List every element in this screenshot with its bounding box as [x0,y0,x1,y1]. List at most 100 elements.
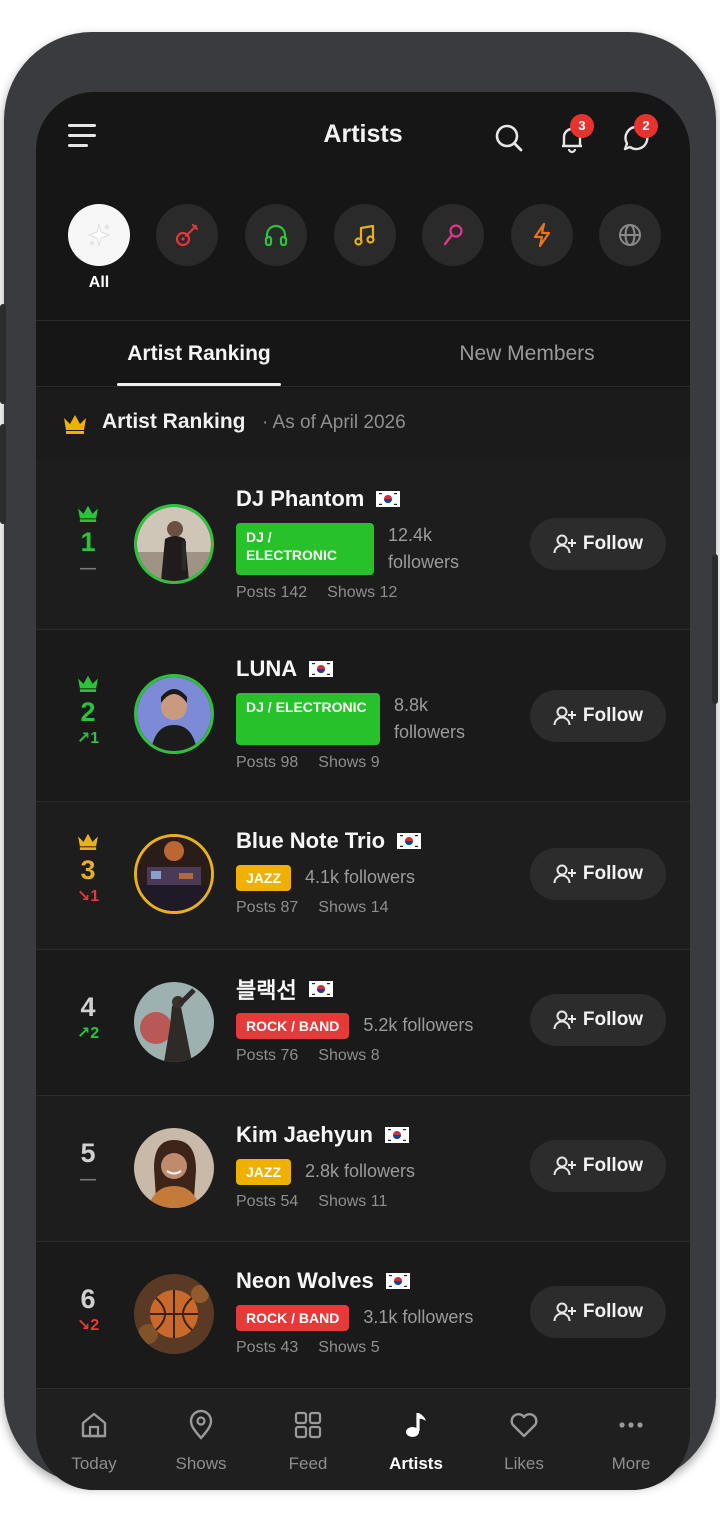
rank-change: ↗2 [76,1025,100,1042]
follow-button[interactable]: Follow [530,1140,666,1192]
korea-flag-icon [308,981,333,997]
list-item[interactable]: 6 ↘2 Neon Wolves ROCK / BAND 3.1k follow… [36,1242,690,1388]
music-note-icon [406,1413,426,1437]
category-globe-button[interactable] [599,204,661,266]
show-count: Shows 8 [318,1047,380,1064]
search-icon[interactable] [487,116,531,160]
nav-today[interactable]: Today [44,1407,144,1474]
show-count: Shows 14 [318,899,389,916]
follow-label: Follow [582,533,644,554]
genre-badge: JAZZ [236,1158,291,1185]
avatar[interactable] [134,504,214,584]
follow-label: Follow [582,863,644,884]
post-count: Posts 87 [236,899,299,916]
nav-label: Shows [175,1454,227,1473]
artist-name[interactable]: Neon Wolves [236,1268,374,1294]
show-count: Shows 11 [318,1193,388,1210]
category-guitar-button[interactable] [156,204,218,266]
add-user-icon [553,1010,576,1030]
avatar[interactable] [134,674,214,754]
phone-side-button [0,424,6,524]
add-user-icon [553,534,576,554]
rank-indicator: 3 ↘1 [62,832,114,907]
ranking-section-header: Artist Ranking · As of April 2026 [36,388,690,460]
avatar[interactable] [134,982,214,1062]
artist-name[interactable]: Kim Jaehyun [236,1122,373,1148]
headphones-icon [264,224,288,247]
category-music-button[interactable] [334,204,396,266]
rank-number: 2 [80,697,96,727]
category-all-label: All [88,274,110,291]
category-lightning-button[interactable] [511,204,573,266]
follow-button[interactable]: Follow [530,1286,666,1338]
follower-count: 8.8k followers [394,695,466,742]
list-item[interactable]: 5 — Kim Jaehyun JAZZ 2.8k followers Post… [36,1096,690,1242]
list-item[interactable]: 4 ↗2 블랙선 ROCK / BAND 5.2k followers Post… [36,950,690,1096]
avatar[interactable] [134,1274,214,1354]
bottom-navigation: Today Shows Feed Artists Likes More [36,1388,690,1490]
lightning-icon [533,222,551,248]
rank-number: 5 [80,1138,96,1168]
post-count: Posts 142 [236,584,308,601]
rank-indicator: 4 ↗2 [62,992,114,1044]
rank-indicator: 6 ↘2 [62,1284,114,1336]
artist-name[interactable]: 블랙선 [236,973,297,1005]
korea-flag-icon [385,1273,410,1289]
follow-label: Follow [582,705,644,726]
notification-badge: 3 [570,114,594,138]
nav-artists[interactable]: Artists [366,1407,466,1474]
divider [36,320,690,321]
genre-badge: ROCK / BAND [236,1012,350,1039]
follow-button[interactable]: Follow [530,848,666,900]
nav-label: Today [71,1454,117,1473]
section-title: Artist Ranking [102,410,246,433]
artist-name[interactable]: Blue Note Trio [236,828,385,854]
nav-shows[interactable]: Shows [151,1407,251,1474]
rank-number: 4 [80,992,96,1022]
music-note-icon [354,224,375,246]
post-count: Posts 54 [236,1193,299,1210]
korea-flag-icon [309,661,334,677]
nav-more[interactable]: More [581,1407,681,1474]
grid-icon [294,1411,322,1439]
tab-artist-ranking[interactable]: Artist Ranking [94,324,304,386]
category-headphones-button[interactable] [245,204,307,266]
more-dots-icon [619,1422,643,1428]
artist-name[interactable]: LUNA [236,656,297,682]
divider [36,386,690,387]
category-microphone-button[interactable] [422,204,484,266]
show-count: Shows 9 [318,754,380,771]
korea-flag-icon [376,491,401,507]
follower-count: 3.1k followers [363,1307,474,1327]
rank-number: 6 [80,1284,96,1314]
globe-icon [619,224,641,246]
phone-side-button [0,304,6,404]
avatar[interactable] [134,834,214,914]
nav-likes[interactable]: Likes [474,1407,574,1474]
category-all-button[interactable] [68,204,130,266]
post-count: Posts 98 [236,754,299,771]
list-item[interactable]: 1 — DJ Phantom DJ / ELECTRONIC 12.4k fol… [36,460,690,630]
guitar-icon [175,223,199,247]
rank-change: ↘2 [76,1317,100,1334]
trend-up-icon: ↗ [76,730,91,747]
follow-button[interactable]: Follow [530,518,666,570]
rank-number: 1 [80,527,96,557]
messages-icon[interactable]: 2 [614,114,658,160]
tab-new-members[interactable]: New Members [420,324,634,386]
avatar[interactable] [134,1128,214,1208]
post-count: Posts 43 [236,1339,299,1356]
genre-badge: DJ / ELECTRONIC [236,693,380,745]
korea-flag-icon [384,1127,409,1143]
map-pin-icon [189,1409,213,1440]
list-item[interactable]: 2 ↗1 LUNA DJ / ELECTRONIC 8.8k followers [36,630,690,802]
artist-name[interactable]: DJ Phantom [236,486,364,512]
heart-icon [510,1413,538,1438]
follower-count: 12.4k followers [388,525,460,572]
notifications-bell-icon[interactable]: 3 [550,114,594,160]
nav-feed[interactable]: Feed [258,1407,358,1474]
list-item[interactable]: 3 ↘1 Blue Note Trio JAZZ 4.1k followers [36,802,690,950]
follow-button[interactable]: Follow [530,994,666,1046]
rank-change: — [80,1171,96,1188]
follow-button[interactable]: Follow [530,690,666,742]
